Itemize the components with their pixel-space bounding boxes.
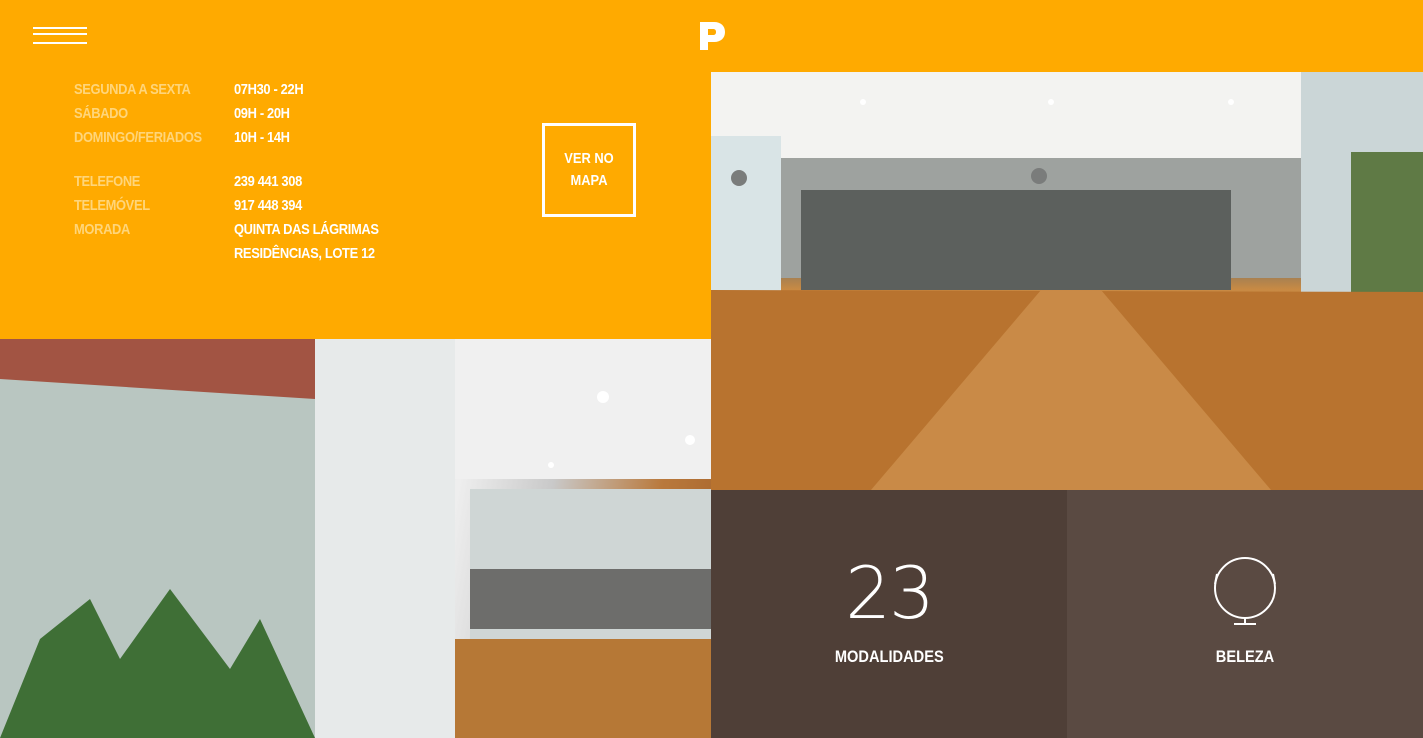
modalidades-count: 23 (845, 551, 935, 635)
contact-label (74, 242, 234, 266)
contact-row: TELEFONE 239 441 308 (74, 170, 379, 194)
beleza-tile[interactable]: BELEZA (1067, 490, 1423, 738)
modalidades-tile[interactable]: 23 MODALIDADES (711, 490, 1067, 738)
beleza-label: BELEZA (1215, 647, 1275, 666)
p-logo-icon[interactable] (697, 20, 727, 52)
contact-row: RESIDÊNCIAS, LOTE 12 (74, 242, 379, 266)
contact-row: MORADA QUINTA DAS LÁGRIMAS (74, 218, 379, 242)
modalidades-label: MODALIDADES (834, 647, 944, 666)
address-value: QUINTA DAS LÁGRIMAS (233, 221, 379, 238)
hours-value: 07H30 - 22H (233, 81, 304, 98)
contact-label: MORADA (74, 221, 130, 238)
hours-label: SÁBADO (74, 105, 128, 122)
hours-value: 09H - 20H (233, 105, 290, 122)
hours-row: DOMINGO/FERIADOS 10H - 14H (74, 126, 379, 150)
map-button-label: VER NO MAPA (564, 150, 614, 189)
contact-label: TELEFONE (74, 173, 141, 190)
map-button[interactable]: VER NO MAPA (542, 123, 636, 217)
mirror-icon (1214, 557, 1276, 625)
hamburger-icon[interactable] (33, 26, 87, 46)
contact-info: SEGUNDA A SEXTA 07H30 - 22H SÁBADO 09H -… (74, 78, 428, 266)
phone-value[interactable]: 239 441 308 (234, 170, 302, 194)
gym-photo (0, 339, 711, 738)
hours-row: SÁBADO 09H - 20H (74, 102, 379, 126)
hours-row: SEGUNDA A SEXTA 07H30 - 22H (74, 78, 379, 102)
hours-label: SEGUNDA A SEXTA (74, 81, 191, 98)
address-value: RESIDÊNCIAS, LOTE 12 (233, 245, 375, 262)
contact-row: TELEMÓVEL 917 448 394 (74, 194, 379, 218)
hours-label: DOMINGO/FERIADOS (74, 129, 202, 146)
contact-label: TELEMÓVEL (74, 197, 150, 214)
hours-value: 10H - 14H (233, 129, 290, 146)
mobile-value[interactable]: 917 448 394 (234, 194, 302, 218)
header (0, 0, 1423, 72)
studio-photo (711, 72, 1423, 490)
